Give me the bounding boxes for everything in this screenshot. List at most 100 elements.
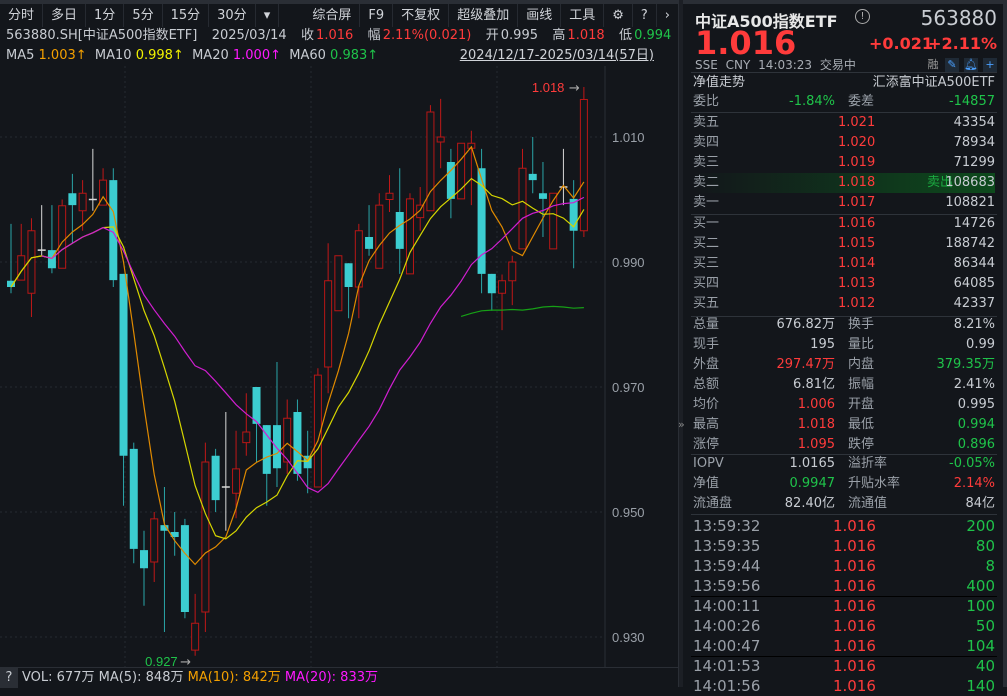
tab-intraday[interactable]: 分时 bbox=[0, 4, 43, 27]
candle-down bbox=[529, 174, 537, 180]
level-volume: 86344 bbox=[954, 254, 995, 274]
level-volume: 78934 bbox=[954, 133, 995, 153]
bell-icon[interactable]: 🔔︎ bbox=[964, 58, 978, 72]
ma5-value: 1.003↑ bbox=[39, 48, 87, 63]
help-icon[interactable]: ? bbox=[0, 668, 18, 688]
tick-price: 1.016 bbox=[833, 516, 876, 536]
stat-value: 1.018 bbox=[798, 415, 835, 435]
level-label: 卖二 bbox=[693, 173, 719, 193]
level-price: 1.012 bbox=[838, 294, 875, 314]
ma10-line bbox=[11, 179, 584, 539]
tick-time: 14:01:56 bbox=[693, 676, 760, 696]
stat-label: 流通值 bbox=[848, 494, 887, 514]
candle-up bbox=[509, 262, 516, 281]
stat-label: 升贴水率 bbox=[848, 474, 900, 494]
asks-row[interactable]: 卖四 1.020 78934 bbox=[693, 133, 995, 153]
tab-1min[interactable]: 1分 bbox=[86, 4, 124, 27]
security-code: 563880 bbox=[921, 6, 997, 30]
tick-row: 13:59:56 1.016 400 bbox=[693, 576, 995, 596]
asks-row[interactable]: 卖五 1.021 43354 bbox=[693, 113, 995, 133]
stat-value: 195 bbox=[810, 335, 835, 355]
vol-ma5: MA(5): 848万 bbox=[99, 670, 184, 685]
level-label: 买三 bbox=[693, 254, 719, 274]
bids-row[interactable]: 买三 1.014 86344 bbox=[693, 254, 995, 274]
edit-icon[interactable]: ✎ bbox=[945, 58, 959, 72]
stats-row: 外盘 297.47万 内盘 379.35万 bbox=[693, 355, 995, 375]
tick-time: 14:00:11 bbox=[693, 596, 760, 616]
stat-label: 开盘 bbox=[848, 395, 874, 415]
close-value: 1.016 bbox=[316, 28, 353, 43]
help-icon[interactable]: ? bbox=[633, 4, 657, 27]
ma20-value: 1.000↑ bbox=[233, 48, 281, 63]
level-price: 1.018 bbox=[838, 173, 875, 193]
tab-30min[interactable]: 30分 bbox=[209, 4, 256, 27]
tick-time: 14:00:26 bbox=[693, 616, 760, 636]
gear-icon[interactable]: ⚙ bbox=[604, 4, 633, 27]
asks-row[interactable]: 卖一 1.017 108821 bbox=[693, 193, 995, 213]
info-icon[interactable]: ! bbox=[855, 9, 870, 24]
tick-volume: 400 bbox=[966, 576, 995, 596]
y-tick-label: 0.990 bbox=[612, 255, 645, 270]
overlay-button[interactable]: 超级叠加 bbox=[449, 4, 518, 27]
level-volume: 108821 bbox=[945, 193, 995, 213]
period-dropdown-icon[interactable]: ▾ bbox=[256, 4, 280, 27]
ma-legend: MA5 1.003↑ MA10 0.998↑ MA20 1.000↑ MA60 … bbox=[6, 46, 676, 66]
level-volume: 14726 bbox=[954, 214, 995, 234]
bids-row[interactable]: 买五 1.012 42337 bbox=[693, 294, 995, 314]
ma5-label: MA5 bbox=[6, 48, 34, 63]
scrollbar[interactable] bbox=[1003, 0, 1007, 687]
stat-label: 总量 bbox=[693, 315, 719, 335]
bids-row[interactable]: 买四 1.013 64085 bbox=[693, 274, 995, 294]
arrow-right-icon: → bbox=[180, 655, 191, 667]
draw-button[interactable]: 画线 bbox=[518, 4, 561, 27]
y-tick-label: 0.950 bbox=[612, 505, 645, 520]
date-range-selector[interactable]: 2024/12/17-2025/03/14(57日) bbox=[460, 46, 654, 66]
price-change-pct: +2.11% bbox=[928, 34, 997, 53]
candle-up bbox=[151, 519, 158, 562]
chart-toolbar: 分时 多日 1分 5分 15分 30分 ▾ 综合屏 F9 不复权 超级叠加 画线… bbox=[0, 4, 678, 27]
ma10-value: 0.998↑ bbox=[136, 48, 184, 63]
nav-trend-link[interactable]: 净值走势 bbox=[693, 73, 745, 93]
composite-screen-button[interactable]: 综合屏 bbox=[304, 4, 360, 27]
quote-panel: 中证A500指数ETF ! 563880 1.016 +0.021 +2.11%… bbox=[683, 4, 1003, 687]
asks-row[interactable]: 卖二 1.018 卖出 108683 bbox=[693, 173, 995, 193]
stat-value: 2.41% bbox=[954, 375, 995, 395]
weicha-label: 委差 bbox=[848, 92, 874, 112]
level-price: 1.014 bbox=[838, 254, 875, 274]
candle-up bbox=[406, 199, 413, 274]
candlestick-chart[interactable]: 1.0100.9900.9700.9500.9301.018→0.927→ bbox=[0, 66, 678, 667]
y-tick-label: 0.970 bbox=[612, 380, 645, 395]
level-price: 1.021 bbox=[838, 113, 875, 133]
market-status: SSE CNY 14:03:23 交易中 bbox=[695, 56, 856, 73]
chevron-right-icon[interactable]: › bbox=[657, 4, 678, 27]
tab-5min[interactable]: 5分 bbox=[124, 4, 162, 27]
adjust-button[interactable]: 不复权 bbox=[393, 4, 449, 27]
tools-button[interactable]: 工具 bbox=[561, 4, 604, 27]
stat-label: 最高 bbox=[693, 415, 719, 435]
tab-multi-day[interactable]: 多日 bbox=[43, 4, 86, 27]
stat-label: 溢折率 bbox=[848, 454, 887, 474]
f9-button[interactable]: F9 bbox=[360, 4, 393, 27]
stat-value: 84亿 bbox=[965, 494, 995, 514]
bids-row[interactable]: 买二 1.015 188742 bbox=[693, 234, 995, 254]
weibi-row: 委比-1.84%委差-14857 bbox=[693, 92, 995, 112]
bids-row[interactable]: 买一 1.016 14726 bbox=[693, 214, 995, 234]
candle-up bbox=[437, 137, 444, 142]
stat-label: 跌停 bbox=[848, 435, 874, 455]
nav-row[interactable]: 净值走势汇添富中证A500ETF bbox=[693, 73, 995, 93]
candle-down bbox=[140, 550, 148, 568]
y-tick-label: 0.930 bbox=[612, 630, 645, 645]
stats-row: 最高 1.018 最低 0.994 bbox=[693, 415, 995, 435]
asks-row[interactable]: 卖三 1.019 71299 bbox=[693, 153, 995, 173]
candle-down bbox=[130, 449, 138, 549]
stat-value: 0.896 bbox=[958, 435, 995, 455]
add-icon[interactable]: + bbox=[983, 58, 997, 72]
currency: CNY bbox=[726, 58, 751, 72]
candle-up bbox=[202, 462, 209, 612]
candle-down bbox=[396, 212, 404, 249]
candle-up bbox=[284, 418, 291, 462]
stat-value: 0.994 bbox=[958, 415, 995, 435]
ma20-label: MA20 bbox=[192, 48, 229, 63]
tab-15min[interactable]: 15分 bbox=[163, 4, 210, 27]
level-volume: 42337 bbox=[954, 294, 995, 314]
